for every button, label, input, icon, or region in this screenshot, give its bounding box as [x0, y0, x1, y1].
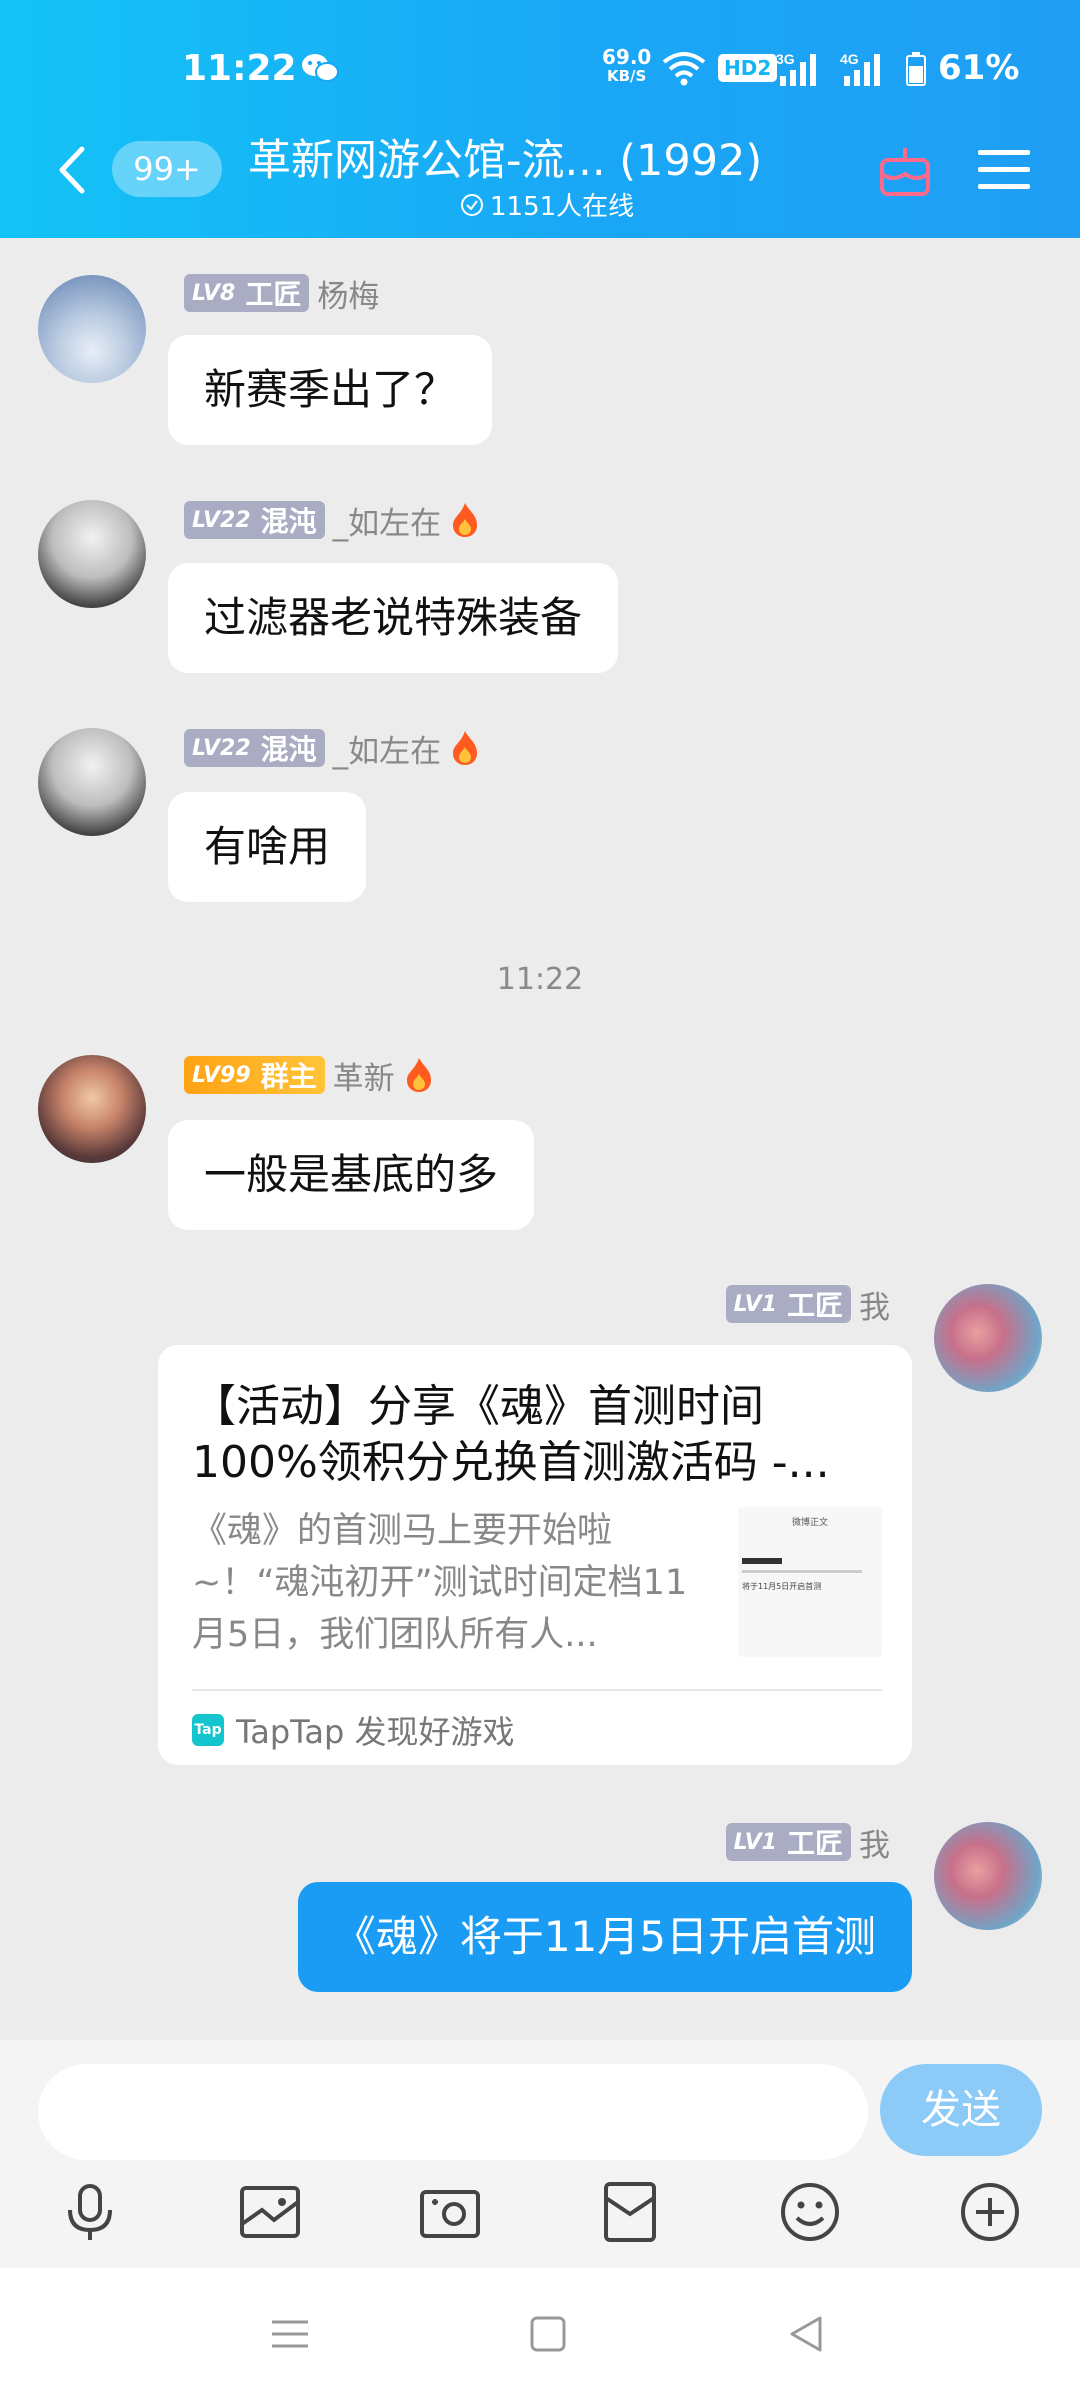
role-label: 工匠	[786, 1289, 843, 1322]
back-icon[interactable]	[782, 2310, 830, 2358]
net-speed-value: 69.0	[602, 45, 652, 69]
status-time: 11:22	[182, 48, 297, 89]
home-icon[interactable]	[524, 2310, 572, 2358]
recent-apps-icon[interactable]	[266, 2310, 314, 2358]
level-label: LV22	[192, 735, 251, 761]
back-arrow-icon[interactable]	[56, 145, 88, 195]
hd-icon: HD2	[718, 54, 778, 82]
level-badge: LV22 混沌	[184, 729, 325, 767]
card-title: 【活动】分享《魂》首测时间100%领积分兑换首测激活码 -...	[192, 1381, 830, 1488]
sender-name[interactable]: 杨梅	[317, 271, 379, 316]
signal-4g-icon: 4G	[840, 51, 880, 86]
plus-icon[interactable]	[958, 2180, 1022, 2244]
net-speed-unit: KB/S	[607, 67, 647, 85]
message-input[interactable]	[38, 2064, 868, 2160]
my-avatar[interactable]	[934, 1822, 1042, 1930]
sender-name[interactable]: _如左在	[333, 498, 442, 543]
message-sender: LV22 混沌 _如左在	[184, 498, 481, 543]
signal-3g-label: 3G	[776, 51, 795, 67]
fire-icon	[453, 731, 478, 765]
level-label: LV1	[733, 1291, 777, 1317]
thumbnail-text: 将于11月5日开启首测	[742, 1582, 822, 1591]
send-button[interactable]: 发送	[880, 2064, 1042, 2156]
role-label: 工匠	[245, 278, 302, 311]
my-avatar[interactable]	[934, 1284, 1042, 1392]
level-label: LV22	[192, 507, 251, 533]
wechat-icon	[302, 54, 339, 82]
cake-icon[interactable]	[876, 142, 934, 198]
avatar[interactable]	[38, 1055, 146, 1163]
unread-count-badge[interactable]: 99+	[112, 141, 222, 197]
card-thumbnail: 微博正文 将于11月5日开启首测	[738, 1507, 882, 1657]
card-source: Tap TapTap 发现好游戏	[192, 1707, 515, 1753]
red-packet-icon[interactable]	[598, 2180, 662, 2244]
card-divider	[192, 1689, 882, 1691]
message-sender: LV99 群主 革新	[184, 1053, 435, 1098]
avatar[interactable]	[38, 500, 146, 608]
message-sender: LV1 工匠 我	[725, 1284, 890, 1326]
card-source-label: TapTap 发现好游戏	[236, 1713, 515, 1751]
sender-name[interactable]: 革新	[333, 1053, 395, 1098]
shared-link-card[interactable]: 【活动】分享《魂》首测时间100%领积分兑换首测激活码 -... 《魂》的首测马…	[158, 1345, 912, 1765]
level-label: LV1	[733, 1829, 777, 1855]
message-bubble[interactable]: 一般是基底的多	[168, 1120, 535, 1230]
taptap-icon: Tap	[192, 1714, 224, 1746]
system-nav-bar	[0, 2268, 1080, 2400]
my-message-bubble[interactable]: 《魂》将于11月5日开启首测	[297, 1882, 912, 1992]
role-label: 混沌	[260, 505, 317, 538]
net-speed: 69.0 KB/S	[602, 45, 652, 86]
status-bar: 11:22 69.0 KB/S HD2 3G 4G 61%	[0, 44, 1080, 94]
role-label: 群主	[260, 1060, 317, 1093]
chat-header: 11:22 69.0 KB/S HD2 3G 4G 61% 99+ 革新网游公馆…	[0, 0, 1080, 238]
message-sender: LV22 混沌 _如左在	[184, 726, 481, 771]
signal-4g-label: 4G	[840, 51, 859, 67]
level-badge: LV1 工匠	[725, 1823, 851, 1861]
level-label: LV99	[192, 1062, 251, 1088]
wifi-icon	[662, 52, 706, 86]
avatar[interactable]	[38, 275, 146, 383]
online-count: 1151人在线	[460, 186, 634, 223]
fire-icon	[453, 503, 478, 537]
microphone-icon[interactable]	[58, 2180, 122, 2244]
avatar[interactable]	[38, 728, 146, 836]
role-label: 混沌	[260, 733, 317, 766]
image-icon[interactable]	[238, 2180, 302, 2244]
sender-name: 我	[859, 1289, 890, 1326]
menu-icon[interactable]	[978, 148, 1030, 192]
battery-percent: 61%	[938, 48, 1020, 88]
card-description: 《魂》的首测马上要开始啦~！“魂沌初开”测试时间定档11月5日，我们团队所有人.…	[192, 1511, 688, 1655]
message-sender: LV1 工匠 我	[725, 1822, 890, 1864]
level-label: LV8	[192, 280, 236, 306]
battery-icon	[906, 52, 926, 86]
fire-icon	[406, 1058, 431, 1092]
chat-title[interactable]: 革新网游公馆-流... (1992)	[248, 126, 788, 188]
thumbnail-heading: 微博正文	[791, 1518, 828, 1528]
level-badge: LV8 工匠	[184, 274, 310, 312]
message-bubble[interactable]: 有啥用	[168, 792, 367, 902]
online-count-label: 1151人在线	[490, 192, 635, 222]
sender-name[interactable]: _如左在	[333, 726, 442, 771]
input-bar: 发送	[0, 2040, 1080, 2270]
level-badge: LV99 群主	[184, 1056, 325, 1094]
level-badge: LV22 混沌	[184, 501, 325, 539]
check-circle-icon	[461, 193, 483, 216]
camera-icon[interactable]	[418, 2180, 482, 2244]
toolbar	[0, 2180, 1080, 2260]
role-label: 工匠	[786, 1827, 843, 1860]
sender-name: 我	[859, 1827, 890, 1864]
emoji-icon[interactable]	[778, 2180, 842, 2244]
message-bubble[interactable]: 新赛季出了？	[168, 335, 493, 445]
timestamp: 11:22	[496, 962, 584, 997]
signal-3g-icon: 3G	[776, 51, 816, 86]
level-badge: LV1 工匠	[725, 1285, 851, 1323]
message-sender: LV8 工匠 杨梅	[184, 271, 379, 316]
message-bubble[interactable]: 过滤器老说特殊装备	[168, 563, 619, 673]
